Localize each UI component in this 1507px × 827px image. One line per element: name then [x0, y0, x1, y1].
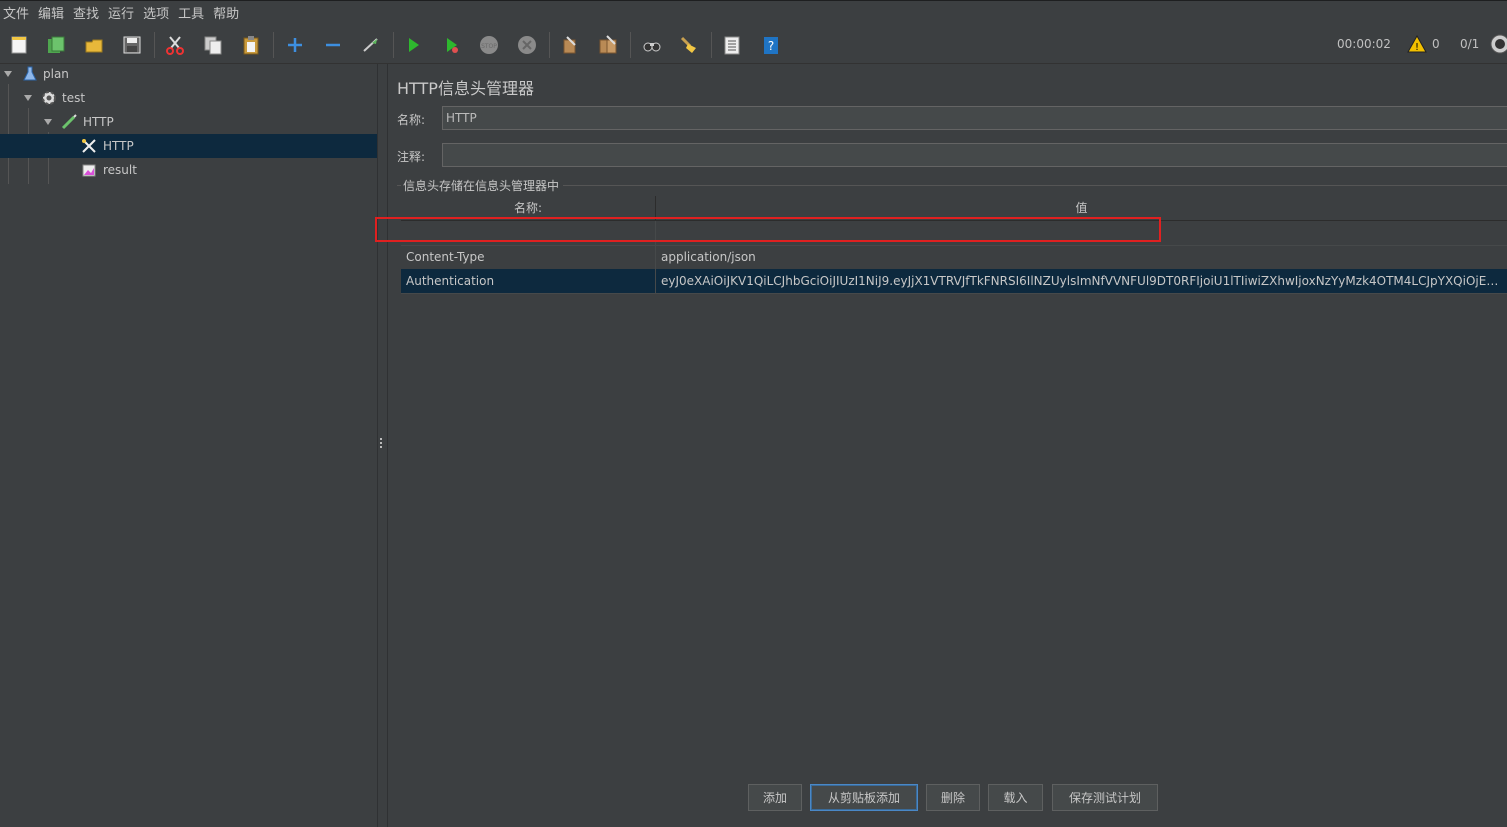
menu-run[interactable]: 运行 — [104, 3, 139, 22]
tree-item-http-sampler[interactable]: HTTP — [0, 110, 377, 134]
table-row[interactable]: Authentication eyJ0eXAiOiJKV1QiLCJhbGciO… — [401, 269, 1507, 294]
save-test-plan-button[interactable]: 保存测试计划 — [1052, 784, 1158, 811]
svg-text:STOP: STOP — [481, 43, 497, 50]
column-divider — [655, 269, 656, 293]
search-icon[interactable] — [640, 33, 664, 57]
toolbar-separator — [711, 32, 712, 58]
menu-edit[interactable]: 编辑 — [34, 3, 69, 22]
new-icon[interactable] — [7, 33, 31, 57]
toolbar-separator — [393, 32, 394, 58]
expand-arrow-icon[interactable] — [44, 119, 52, 125]
delete-button[interactable]: 删除 — [926, 784, 980, 811]
start-no-pause-icon[interactable] — [439, 33, 463, 57]
comment-label: 注释: — [397, 150, 426, 164]
shutdown-icon[interactable] — [515, 33, 539, 57]
active-threads: 0/1 — [1460, 37, 1480, 51]
paste-icon[interactable] — [239, 33, 263, 57]
toggle-icon[interactable] — [359, 33, 383, 57]
copy-icon[interactable] — [201, 33, 225, 57]
toolbar-separator — [273, 32, 274, 58]
menu-options[interactable]: 选项 — [139, 3, 174, 22]
load-button[interactable]: 载入 — [988, 784, 1043, 811]
name-field[interactable]: HTTP — [442, 106, 1507, 130]
add-from-clipboard-button[interactable]: 从剪贴板添加 — [810, 784, 918, 811]
reset-search-icon[interactable] — [677, 33, 701, 57]
svg-text:?: ? — [768, 39, 774, 53]
thread-group-icon — [40, 89, 58, 107]
function-helper-icon[interactable] — [720, 33, 744, 57]
table-row[interactable]: Content-Type application/json — [401, 245, 1507, 270]
warning-count: 0 — [1432, 37, 1440, 51]
column-divider — [655, 245, 656, 269]
header-name-cell[interactable]: Content-Type — [406, 245, 652, 269]
templates-icon[interactable] — [44, 33, 68, 57]
open-icon[interactable] — [82, 33, 106, 57]
menu-help[interactable]: 帮助 — [209, 3, 244, 22]
panel-title: HTTP信息头管理器 — [397, 79, 534, 98]
remote-status-icon[interactable] — [1489, 32, 1507, 56]
headers-group-title: 信息头存储在信息头管理器中 — [403, 179, 560, 193]
group-border — [563, 185, 1507, 186]
tree-item-http-header-manager[interactable]: HTTP — [0, 134, 377, 158]
name-label: 名称: — [397, 113, 426, 127]
header-name-cell[interactable]: Authentication — [406, 269, 652, 293]
menu-tools[interactable]: 工具 — [174, 3, 209, 22]
expand-icon[interactable] — [283, 33, 307, 57]
help-icon[interactable]: ? — [759, 33, 783, 57]
header-manager-panel: HTTP信息头管理器 名称: HTTP 注释: 信息头存储在信息头管理器中 名称… — [387, 64, 1507, 827]
test-plan-icon — [21, 65, 39, 83]
comment-field[interactable] — [442, 143, 1507, 167]
expand-arrow-icon[interactable] — [4, 71, 12, 77]
listener-icon — [80, 161, 98, 179]
tree-item-result[interactable]: result — [0, 158, 377, 182]
clear-all-icon[interactable] — [596, 33, 620, 57]
add-button[interactable]: 添加 — [748, 784, 802, 811]
save-icon[interactable] — [120, 33, 144, 57]
menu-file[interactable]: 文件 — [0, 3, 34, 22]
expand-arrow-icon[interactable] — [24, 95, 32, 101]
header-value-cell[interactable]: eyJ0eXAiOiJKV1QiLCJhbGciOiJIUzI1NiJ9.eyJ… — [661, 269, 1503, 293]
toolbar-separator — [630, 32, 631, 58]
header-value-cell[interactable]: application/json — [661, 245, 1503, 269]
tree-item-test[interactable]: test — [0, 86, 377, 110]
config-element-icon — [80, 137, 98, 155]
menu-bar: 文件 编辑 查找 运行 选项 工具 帮助 — [0, 1, 1507, 24]
tree-item-plan[interactable]: plan — [0, 62, 377, 86]
sampler-icon — [60, 113, 78, 131]
toolbar-separator — [154, 32, 155, 58]
clear-icon[interactable] — [558, 33, 582, 57]
start-icon[interactable] — [401, 33, 425, 57]
stop-icon[interactable]: STOP — [477, 33, 501, 57]
menu-search[interactable]: 查找 — [69, 3, 104, 22]
splitter-grip-icon[interactable] — [380, 438, 383, 450]
collapse-icon[interactable] — [321, 33, 345, 57]
toolbar: STOP ? 00:00:02 ! 0 0/1 — [0, 25, 1507, 64]
warning-icon[interactable]: ! — [1405, 32, 1429, 56]
toolbar-separator — [549, 32, 550, 58]
elapsed-timer: 00:00:02 — [1337, 37, 1391, 51]
test-plan-tree: plan test HTTP HTTP result — [0, 64, 377, 827]
svg-text:!: ! — [1415, 42, 1419, 53]
group-border — [397, 185, 401, 186]
annotation-highlight-box — [375, 217, 1161, 242]
cut-icon[interactable] — [163, 33, 187, 57]
